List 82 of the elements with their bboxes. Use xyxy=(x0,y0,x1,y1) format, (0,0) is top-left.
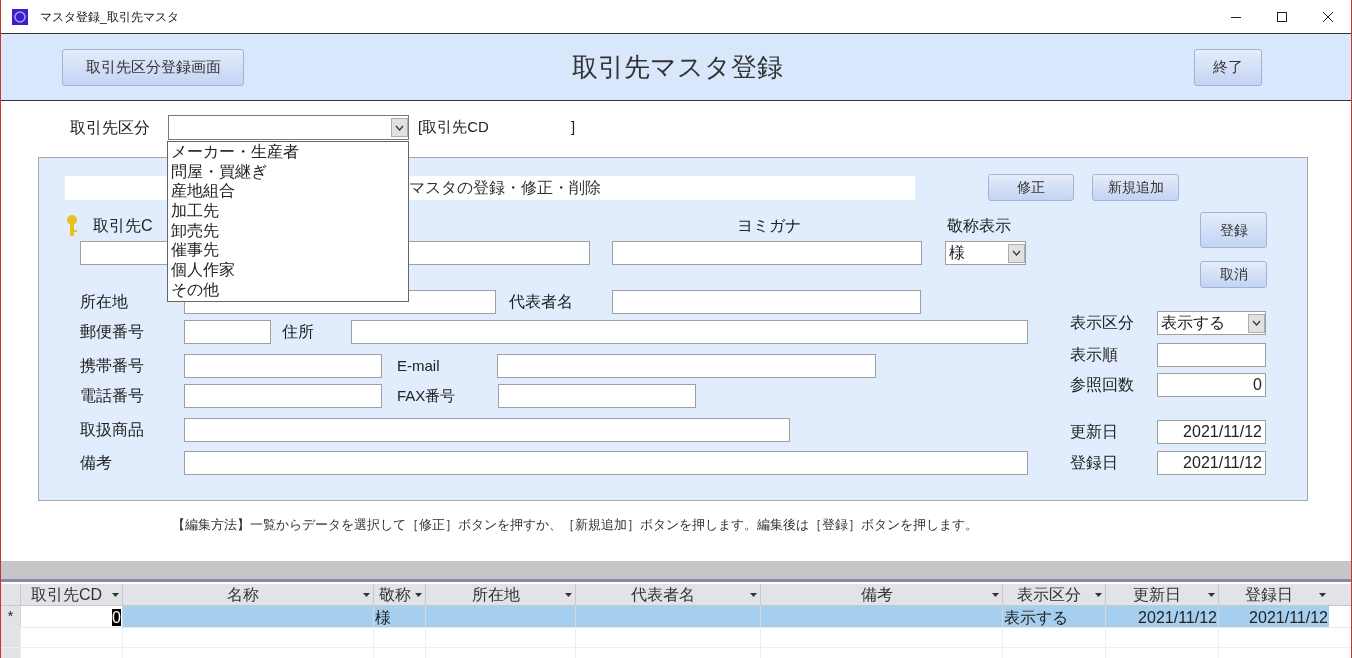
column-header[interactable]: 取引先CD xyxy=(20,584,122,605)
partner-code-label: [取引先CD xyxy=(418,117,490,138)
exit-button[interactable]: 終了 xyxy=(1194,48,1262,86)
category-register-button[interactable]: 取引先区分登録画面 xyxy=(62,48,244,86)
sort-caret-icon[interactable] xyxy=(1319,592,1326,597)
column-header[interactable]: 更新日 xyxy=(1105,584,1218,605)
fax-label: FAX番号 xyxy=(397,385,457,406)
side-field[interactable]: 0 xyxy=(1157,373,1266,397)
dropdown-option[interactable]: 催事先 xyxy=(168,240,408,261)
side-field-label: 表示順 xyxy=(1070,345,1119,365)
partner-code-bracket: ] xyxy=(571,117,576,138)
kana-field[interactable] xyxy=(612,241,922,265)
column-header[interactable]: 表示区分 xyxy=(1002,584,1105,605)
key-icon xyxy=(66,215,78,237)
products-label: 取扱商品 xyxy=(80,420,145,440)
dropdown-option[interactable]: 産地組合 xyxy=(168,181,408,202)
side-field[interactable]: 2021/11/12 xyxy=(1157,420,1266,444)
dropdown-option[interactable]: 卸売先 xyxy=(168,220,408,241)
dropdown-option[interactable]: メーカー・生産者 xyxy=(168,142,408,162)
mobile-label: 携帯番号 xyxy=(80,356,145,376)
side-field-label: 登録日 xyxy=(1070,453,1119,473)
column-header[interactable]: 所在地 xyxy=(425,584,575,605)
table-cell: 2021/11/12 xyxy=(1218,606,1329,627)
sort-caret-icon[interactable] xyxy=(1208,592,1215,597)
phone-field[interactable] xyxy=(184,384,382,408)
form-title: 取引先マスタ登録 xyxy=(572,50,783,84)
column-header[interactable]: 登録日 xyxy=(1218,584,1329,605)
add-new-button[interactable]: 新規追加 xyxy=(1092,174,1179,201)
column-header[interactable]: 敬称 xyxy=(373,584,425,605)
dropdown-option[interactable]: 加工先 xyxy=(168,201,408,221)
address-field[interactable] xyxy=(351,320,1028,344)
table-cell: 表示する xyxy=(1002,606,1105,627)
dropdown-option[interactable]: その他 xyxy=(168,279,408,300)
column-header[interactable]: 名称 xyxy=(122,584,373,605)
postal-code-label: 郵便番号 xyxy=(80,322,145,342)
address-label: 住所 xyxy=(282,322,315,342)
app-icon xyxy=(12,8,28,25)
window-title: マスタ登録_取引先マスタ xyxy=(40,8,179,26)
honorific-label: 敬称表示 xyxy=(947,216,1011,236)
table-cell: 0 xyxy=(20,606,122,627)
form-heading: マスタの登録・修正・削除 xyxy=(409,177,601,198)
sort-caret-icon[interactable] xyxy=(363,592,370,597)
partner-type-combo[interactable] xyxy=(168,115,409,140)
sort-caret-icon[interactable] xyxy=(112,592,119,597)
register-button[interactable]: 登録 xyxy=(1200,212,1267,248)
phone-label: 電話番号 xyxy=(80,386,145,406)
side-field-label: 表示区分 xyxy=(1070,313,1135,333)
kana-label: ヨミガナ xyxy=(736,216,802,236)
fax-field[interactable] xyxy=(498,384,696,408)
partner-code-label: 取引先C xyxy=(93,216,154,236)
row-marker: * xyxy=(1,606,20,627)
dropdown-option[interactable]: 問屋・買継ぎ xyxy=(168,161,408,182)
sort-caret-icon[interactable] xyxy=(992,592,999,597)
email-field[interactable] xyxy=(497,354,876,378)
sort-caret-icon[interactable] xyxy=(415,592,422,597)
edit-button[interactable]: 修正 xyxy=(988,174,1074,201)
cancel-button[interactable]: 取消 xyxy=(1200,261,1267,288)
partner-type-label: 取引先区分 xyxy=(70,117,151,138)
sort-caret-icon[interactable] xyxy=(750,592,757,597)
sort-caret-icon[interactable] xyxy=(1095,592,1102,597)
side-field-label: 参照回数 xyxy=(1070,375,1135,395)
location-label: 所在地 xyxy=(80,292,129,312)
side-field[interactable] xyxy=(1157,343,1266,367)
dropdown-option[interactable]: 個人作家 xyxy=(168,260,408,280)
mobile-field[interactable] xyxy=(184,354,382,378)
side-field[interactable]: 2021/11/12 xyxy=(1157,451,1266,475)
table-cell: 様 xyxy=(373,606,425,627)
side-field-label: 更新日 xyxy=(1070,422,1119,442)
email-label: E-mail xyxy=(397,355,441,376)
honorific-combo[interactable]: 様 xyxy=(945,241,1026,265)
sort-caret-icon[interactable] xyxy=(565,592,572,597)
representative-label: 代表者名 xyxy=(509,292,574,312)
column-header[interactable]: 代表者名 xyxy=(575,584,760,605)
column-header[interactable]: 備考 xyxy=(760,584,1002,605)
notes-field[interactable] xyxy=(184,451,1028,475)
display-combo[interactable]: 表示する xyxy=(1157,311,1266,335)
notes-label: 備考 xyxy=(80,453,113,473)
instruction-text: 【編集方法】一覧からデータを選択して［修正］ボタンを押すか、［新規追加］ボタンを押します。編集後は［登録］ボタンを押します。 xyxy=(172,516,979,534)
table-cell: 2021/11/12 xyxy=(1105,606,1218,627)
products-field[interactable] xyxy=(184,418,790,442)
representative-field[interactable] xyxy=(612,290,921,314)
postal-code-field[interactable] xyxy=(184,320,271,344)
